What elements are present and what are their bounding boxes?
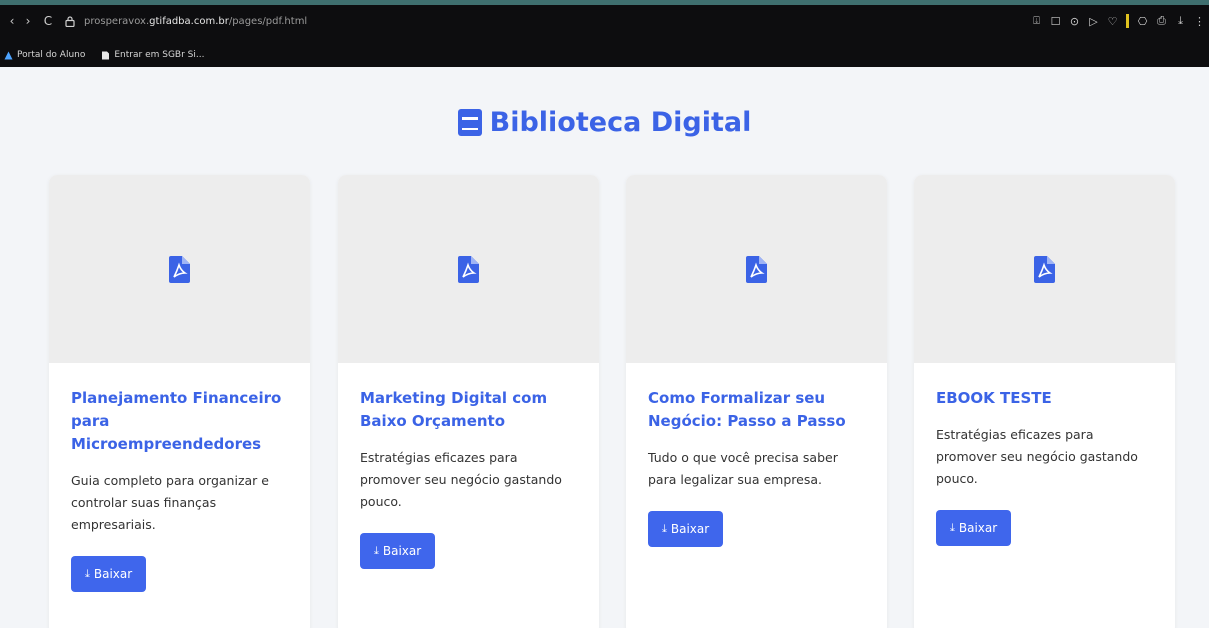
address-bar[interactable]: prosperavox.gtifadba.com.br/pages/pdf.ht…: [84, 16, 307, 27]
bookmark-label: Entrar em SGBr Si...: [114, 50, 205, 60]
browser-toolbar: ‹ › C prosperavox.gtifadba.com.br/pages/…: [0, 11, 1209, 31]
download-label: Baixar: [93, 567, 133, 581]
extension-icon[interactable]: ⊙: [1065, 15, 1084, 28]
download-icon: ⤓: [950, 521, 955, 534]
download-button[interactable]: ⤓ Baixar: [71, 556, 147, 592]
download-label: Baixar: [670, 522, 710, 536]
download-icon: ⤓: [85, 567, 90, 580]
pdf-file-icon: [458, 255, 479, 283]
download-button[interactable]: ⤓ Baixar: [648, 511, 724, 547]
card-description: Guia completo para organizar e controlar…: [71, 473, 269, 532]
card-title: EBOOK TESTE: [936, 389, 1052, 407]
url-domain: gtifadba.com.br: [149, 15, 229, 27]
menu-icon[interactable]: ⋮: [1190, 15, 1209, 28]
pdf-file-icon: [1034, 255, 1055, 283]
page-title-text: Biblioteca Digital: [489, 107, 752, 138]
page-title: Biblioteca Digital: [0, 107, 1209, 138]
ebook-card: Planejamento Financeiro para Microempree…: [49, 175, 310, 628]
download-icon: ⤓: [374, 544, 379, 557]
download-icon: ⤓: [662, 522, 667, 535]
book-icon: [457, 109, 482, 136]
pdf-file-icon: [169, 255, 190, 283]
card-thumbnail: [626, 175, 887, 363]
document-icon: [102, 51, 110, 59]
ebook-card: Marketing Digital com Baixo Orçamento Es…: [338, 175, 599, 628]
card-description: Tudo o que você precisa saber para legal…: [648, 450, 838, 487]
card-description: Estratégias eficazes para promover seu n…: [360, 450, 562, 509]
extension-icon[interactable]: ♡: [1103, 15, 1122, 28]
card-thumbnail: [914, 175, 1175, 363]
page-content: Biblioteca Digital Planejamento Financei…: [0, 67, 1209, 628]
lock-icon: [62, 13, 78, 29]
card-title: Marketing Digital com Baixo Orçamento: [360, 389, 548, 430]
portal-icon: [4, 51, 13, 59]
reload-button[interactable]: C: [40, 13, 56, 29]
browser-chrome: ‹ › C prosperavox.gtifadba.com.br/pages/…: [0, 5, 1209, 67]
download-icon[interactable]: ⤓: [1171, 14, 1190, 28]
url-prefix: prosperavox.: [84, 15, 150, 27]
download-button[interactable]: ⤓ Baixar: [360, 533, 436, 569]
card-thumbnail: [49, 175, 310, 363]
extension-icon[interactable]: ▷: [1084, 15, 1103, 28]
forward-button[interactable]: ›: [20, 13, 36, 29]
download-button[interactable]: ⤓ Baixar: [936, 510, 1012, 546]
extension-icon[interactable]: ⍗: [1027, 14, 1046, 28]
toolbar-separator: [1126, 14, 1129, 28]
card-thumbnail: [338, 175, 599, 363]
url-path: /pages/pdf.html: [228, 15, 308, 27]
card-title: Como Formalizar seu Negócio: Passo a Pas…: [648, 389, 846, 430]
card-description: Estratégias eficazes para promover seu n…: [936, 427, 1138, 486]
bookmark-portal-aluno[interactable]: Portal do Aluno: [4, 50, 85, 60]
back-button[interactable]: ‹: [4, 13, 20, 29]
bookmark-label: Portal do Aluno: [17, 50, 86, 60]
extension-icon[interactable]: ⎔: [1133, 15, 1152, 28]
download-label: Baixar: [382, 544, 422, 558]
download-label: Baixar: [958, 521, 998, 535]
card-title: Planejamento Financeiro para Microempree…: [71, 389, 282, 453]
ebook-card: Como Formalizar seu Negócio: Passo a Pas…: [626, 175, 887, 628]
extensions-bar: ⍗ ☐ ⊙ ▷ ♡ ⎔ ⎙ ⤓ ⋮: [1027, 11, 1209, 31]
print-icon[interactable]: ⎙: [1152, 14, 1171, 28]
extension-icon[interactable]: ☐: [1046, 15, 1065, 28]
bookmark-sgbr[interactable]: Entrar em SGBr Si...: [101, 50, 204, 60]
bookmarks-bar: Portal do Aluno Entrar em SGBr Si...: [0, 47, 220, 63]
ebook-card: EBOOK TESTE Estratégias eficazes para pr…: [914, 175, 1175, 628]
pdf-file-icon: [746, 255, 767, 283]
